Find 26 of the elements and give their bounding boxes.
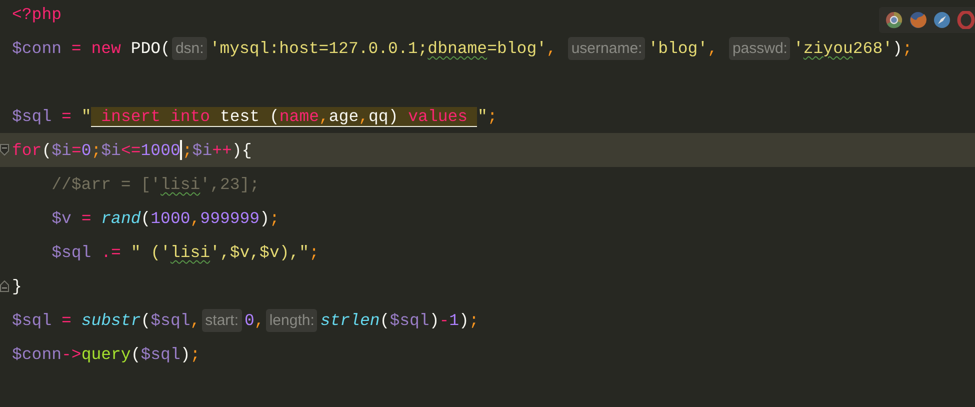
browser-icon[interactable] [885, 11, 903, 29]
parameter-hint: passwd: [729, 36, 790, 60]
code-text: 'ziyou268'); [793, 38, 912, 58]
fold-icon[interactable] [0, 144, 9, 156]
code-text: strlen($sql)-1); [320, 310, 479, 330]
parameter-hint: start: [202, 308, 242, 332]
code-text: $sql .= " ('lisi',$v,$v),"; [50, 242, 319, 262]
code-text: } [12, 276, 22, 296]
code-text: ;$i++){ [182, 140, 252, 160]
fold-icon[interactable] [0, 280, 9, 292]
code-text: $v = rand(1000,999999); [50, 208, 280, 228]
code-text: 0, [244, 310, 264, 330]
code-text: $sql = " insert into test (name,age,qq) values "; [12, 106, 498, 126]
parameter-hint: dsn: [172, 36, 207, 60]
code-text: $conn = new PDO( [12, 38, 170, 58]
code-text: <?php [12, 4, 62, 24]
code-text: $sql = substr($sql, [12, 310, 200, 330]
code-text: //$arr = ['lisi',23]; [50, 174, 260, 194]
parameter-hint: username: [568, 36, 646, 60]
code-text: for($i=0;$i<=1000 [12, 140, 180, 160]
code-text: $conn->query($sql); [12, 344, 200, 364]
text-cursor [180, 140, 182, 160]
code-text: 'blog', [648, 38, 719, 58]
code-text: 'mysql:host=127.0.0.1;dbname=blog', [210, 38, 558, 58]
compass-icon[interactable] [933, 11, 951, 29]
parameter-hint: length: [266, 308, 318, 332]
